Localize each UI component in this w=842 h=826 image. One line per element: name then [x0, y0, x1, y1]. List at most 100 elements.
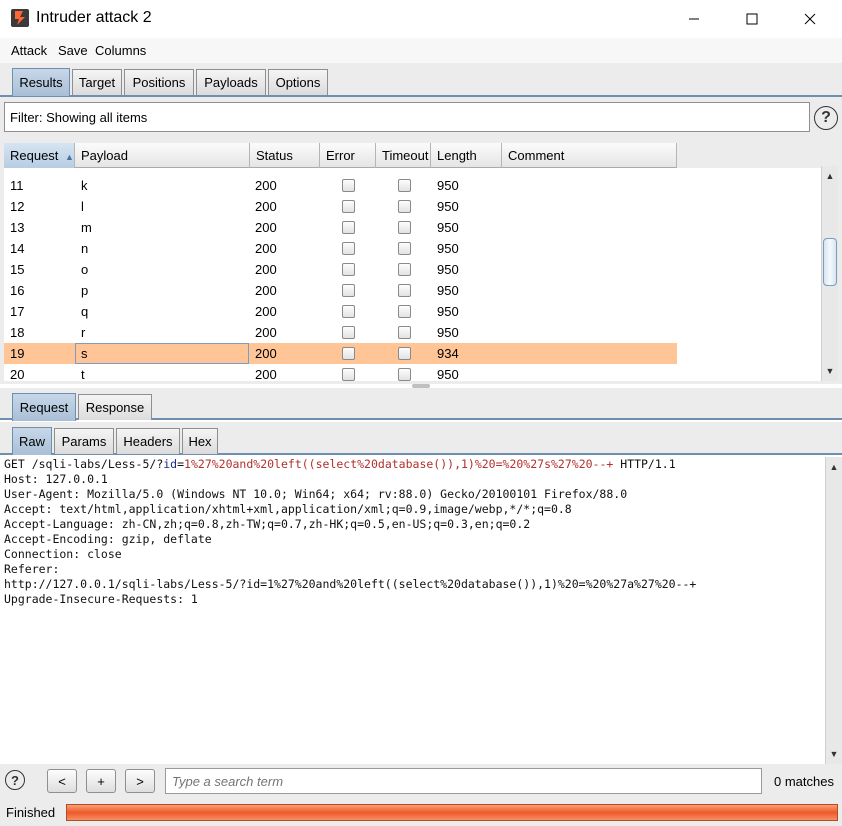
cell-payload: p	[81, 283, 89, 298]
column-error[interactable]: Error	[320, 143, 376, 168]
error-checkbox	[342, 242, 355, 255]
tab-params[interactable]: Params	[54, 428, 114, 454]
scroll-thumb[interactable]	[823, 238, 837, 286]
filter-bar[interactable]: Filter: Showing all items	[4, 102, 810, 132]
menu-bar: Attack Save Columns	[0, 38, 842, 63]
results-scrollbar[interactable]: ▲ ▼	[821, 166, 838, 381]
column-comment[interactable]: Comment	[502, 143, 677, 168]
timeout-checkbox	[398, 368, 411, 381]
column-request[interactable]: Request ▲	[4, 143, 75, 168]
cell-focus-outline	[75, 343, 249, 364]
table-row[interactable]: 11 k 200 950	[4, 175, 677, 196]
tab-payloads[interactable]: Payloads	[196, 69, 266, 95]
error-checkbox	[342, 200, 355, 213]
cell-request: 18	[10, 325, 25, 340]
scroll-down-icon[interactable]: ▼	[826, 746, 842, 762]
timeout-checkbox	[398, 347, 411, 360]
cell-length: 950	[437, 199, 459, 214]
cell-payload: r	[81, 325, 86, 340]
request-param-eq: =	[177, 457, 185, 471]
close-button[interactable]	[782, 0, 838, 38]
table-row[interactable]: 18 r 200 950	[4, 322, 677, 343]
request-param-value: 1%27%20and%20left((select%20database()),…	[184, 457, 614, 471]
request-header-line: Referer:	[4, 562, 60, 576]
timeout-checkbox	[398, 242, 411, 255]
tab-raw[interactable]: Raw	[12, 427, 52, 455]
cell-status: 200	[255, 304, 277, 319]
tab-results[interactable]: Results	[12, 68, 70, 96]
request-protocol: HTTP/1.1	[613, 457, 676, 471]
menu-columns[interactable]: Columns	[95, 43, 146, 58]
column-status[interactable]: Status	[250, 143, 320, 168]
tab-positions[interactable]: Positions	[124, 69, 194, 95]
view-tabs: Raw Params Headers Hex	[0, 422, 842, 455]
column-length[interactable]: Length	[431, 143, 502, 168]
cell-request: 17	[10, 304, 25, 319]
cell-request: 19	[10, 346, 25, 361]
timeout-checkbox	[398, 221, 411, 234]
tab-target[interactable]: Target	[72, 69, 122, 95]
table-row[interactable]: 15 o 200 950	[4, 259, 677, 280]
request-method: GET /sqli-labs/Less-5/?	[4, 457, 164, 471]
tab-options[interactable]: Options	[268, 69, 328, 95]
cell-length: 950	[437, 367, 459, 381]
timeout-checkbox	[398, 179, 411, 192]
menu-attack[interactable]: Attack	[11, 43, 47, 58]
table-row[interactable]: 19 s 200 934	[4, 343, 677, 364]
maximize-button[interactable]	[724, 0, 780, 38]
cell-length: 950	[437, 262, 459, 277]
next-match-button[interactable]: >	[125, 769, 155, 793]
cell-length: 934	[437, 346, 459, 361]
scroll-up-icon[interactable]: ▲	[822, 168, 838, 184]
error-checkbox	[342, 221, 355, 234]
table-row[interactable]: 14 n 200 950	[4, 238, 677, 259]
search-input[interactable]	[165, 768, 762, 794]
status-text: Finished	[6, 805, 56, 820]
search-bar: ? < + > 0 matches	[0, 764, 842, 800]
request-header-line: Connection: close	[4, 547, 122, 561]
cell-payload: n	[81, 241, 89, 256]
progress-fill	[67, 805, 837, 820]
cell-length: 950	[437, 241, 459, 256]
cell-status: 200	[255, 178, 277, 193]
tab-response[interactable]: Response	[78, 394, 152, 420]
status-bar: Finished	[0, 800, 842, 826]
scroll-up-icon[interactable]: ▲	[826, 459, 842, 475]
window-title: Intruder attack 2	[36, 9, 152, 26]
main-tabs: Results Target Positions Payloads Option…	[0, 63, 842, 97]
table-row[interactable]: 13 m 200 950	[4, 217, 677, 238]
error-checkbox	[342, 179, 355, 192]
timeout-checkbox	[398, 263, 411, 276]
cell-payload: l	[81, 199, 84, 214]
error-checkbox	[342, 368, 355, 381]
message-tabs: Request Response	[0, 388, 842, 421]
tab-request[interactable]: Request	[12, 393, 76, 421]
add-search-button[interactable]: +	[86, 769, 116, 793]
timeout-checkbox	[398, 200, 411, 213]
previous-match-button[interactable]: <	[47, 769, 77, 793]
help-icon[interactable]: ?	[5, 770, 25, 790]
table-row[interactable]: 17 q 200 950	[4, 301, 677, 322]
filter-area: Filter: Showing all items ?	[0, 97, 842, 141]
menu-save[interactable]: Save	[58, 43, 88, 58]
column-payload[interactable]: Payload	[75, 143, 250, 168]
error-checkbox	[342, 305, 355, 318]
table-row[interactable]: 20 t 200 950	[4, 364, 677, 381]
results-table: Request ▲ Payload Status Error Timeout L…	[4, 143, 821, 381]
request-header-line: Accept: text/html,application/xhtml+xml,…	[4, 502, 572, 516]
minimize-button[interactable]	[666, 0, 722, 38]
request-scrollbar[interactable]: ▲ ▼	[825, 457, 842, 764]
table-row[interactable]: 12 l 200 950	[4, 196, 677, 217]
tab-headers[interactable]: Headers	[116, 428, 180, 454]
cell-status: 200	[255, 220, 277, 235]
request-line: GET /sqli-labs/Less-5/?id=1%27%20and%20l…	[4, 457, 821, 472]
error-checkbox	[342, 347, 355, 360]
column-timeout[interactable]: Timeout	[376, 143, 431, 168]
tab-hex[interactable]: Hex	[182, 428, 218, 454]
scroll-down-icon[interactable]: ▼	[822, 363, 838, 379]
cell-payload: t	[81, 367, 85, 381]
table-row[interactable]: 16 p 200 950	[4, 280, 677, 301]
help-icon[interactable]: ?	[814, 106, 838, 130]
request-editor[interactable]: GET /sqli-labs/Less-5/?id=1%27%20and%20l…	[0, 457, 825, 764]
close-icon	[804, 13, 816, 25]
